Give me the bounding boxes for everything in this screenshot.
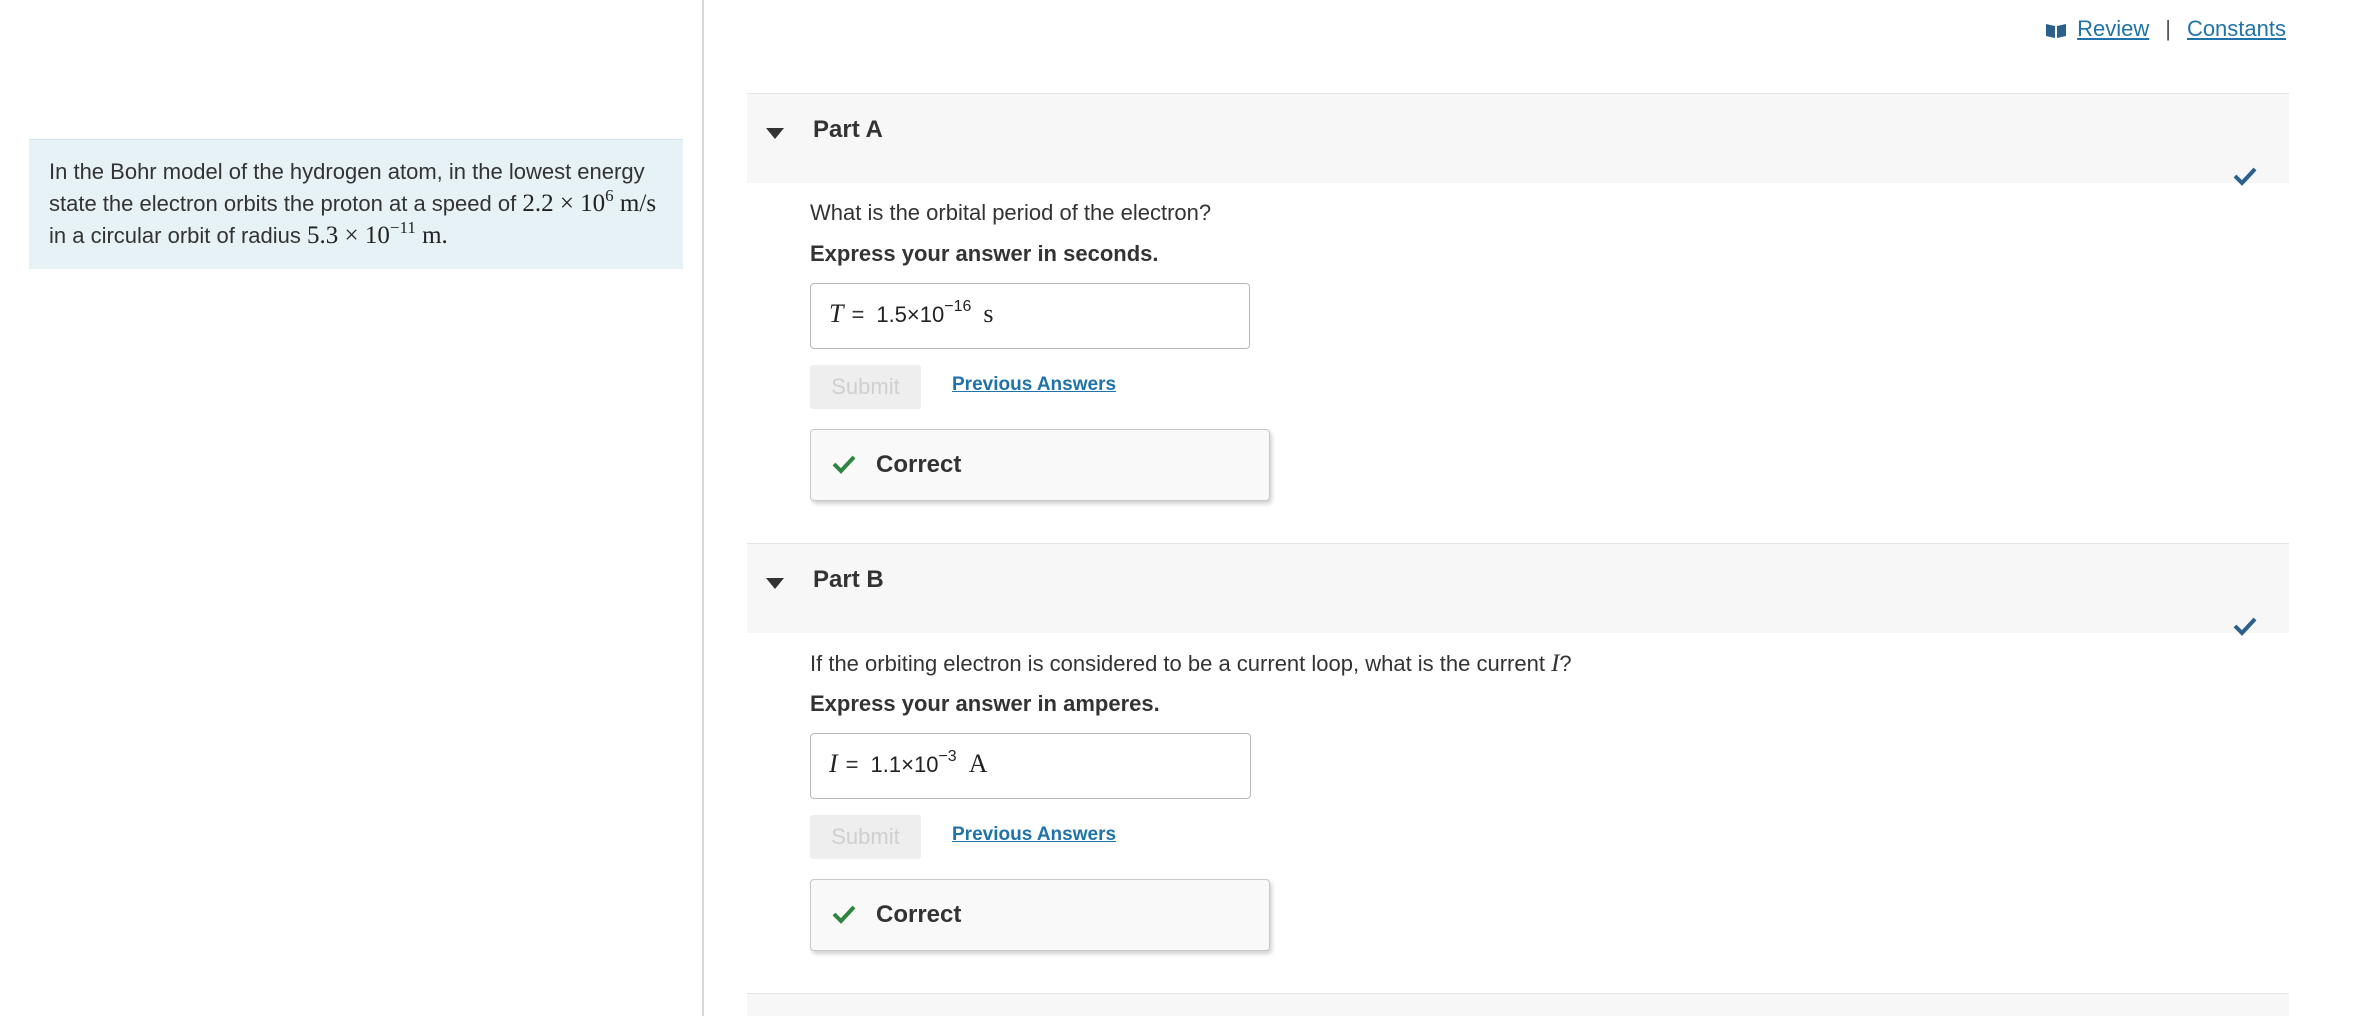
part-b-title: Part B [813, 566, 884, 593]
answer-exponent: −16 [944, 298, 972, 315]
part-b-header[interactable]: Part B [747, 543, 2289, 636]
part-a-question: What is the orbital period of the electr… [810, 200, 1212, 225]
intro-text-2: in a circular orbit of radius [49, 223, 307, 248]
answer-unit: A [968, 749, 988, 778]
part-a-instruction: Express your answer in seconds. [810, 241, 1159, 266]
next-part-header[interactable] [747, 993, 2289, 1016]
times-sign: × [344, 222, 359, 249]
answer-mantissa: 1.1×10 [870, 752, 939, 777]
equals-sign: = [845, 752, 859, 777]
part-b-submit-button[interactable]: Submit [810, 815, 921, 859]
answer-variable: I [829, 749, 838, 778]
radius-unit: m [422, 222, 442, 249]
answer-variable: T [829, 299, 844, 328]
part-b-answer-field[interactable]: I = 1.1×10−3 A [810, 733, 1251, 799]
problem-pane: In the Bohr model of the hydrogen atom, … [0, 0, 704, 1016]
answer-value: 1.1×10−3 [870, 749, 957, 778]
answer-value: 1.5×10−16 [876, 299, 971, 328]
speed-unit: m/s [619, 190, 657, 217]
review-link[interactable]: Review [2077, 16, 2149, 42]
period: . [441, 222, 448, 249]
question-text: If the orbiting electron is considered t… [810, 651, 1552, 676]
part-a-submit-button[interactable]: Submit [810, 365, 921, 409]
speed-base: 10 [580, 190, 606, 217]
part-a-feedback: Correct [810, 429, 1270, 501]
part-a-answer-field[interactable]: T = 1.5×10−16 s [810, 283, 1250, 349]
radius-value: 5.3 × 10−11 m. [307, 219, 448, 249]
speed-exponent: 6 [605, 186, 614, 205]
equals-sign: = [851, 302, 865, 327]
times-sign: × [559, 190, 574, 217]
question-mark: ? [1559, 651, 1572, 676]
part-a-previous-answers-link[interactable]: Previous Answers [952, 374, 1116, 396]
book-icon [2046, 23, 2067, 38]
correct-label: Correct [876, 451, 962, 478]
correct-check-icon [832, 905, 856, 924]
answer-exponent: −3 [938, 748, 957, 765]
link-separator: | [2165, 16, 2171, 41]
correct-label: Correct [876, 901, 962, 928]
collapse-caret-icon[interactable] [766, 578, 784, 589]
speed-mantissa: 2.2 [522, 190, 554, 217]
part-b-question: If the orbiting electron is considered t… [810, 650, 1572, 678]
radius-base: 10 [364, 222, 390, 249]
constants-link[interactable]: Constants [2187, 16, 2286, 42]
radius-mantissa: 5.3 [307, 222, 339, 249]
part-b-feedback: Correct [810, 879, 1270, 951]
answer-unit: s [983, 299, 994, 328]
correct-check-icon [832, 455, 856, 474]
collapse-caret-icon[interactable] [766, 128, 784, 139]
top-links: Review | Constants [2045, 16, 2286, 42]
part-a-header[interactable]: Part A [747, 93, 2289, 186]
completed-check-icon [2233, 167, 2257, 186]
answer-mantissa: 1.5×10 [876, 302, 945, 327]
speed-value: 2.2 × 106 m/s [522, 187, 657, 217]
part-a-title: Part A [813, 116, 883, 143]
completed-check-icon [2233, 617, 2257, 636]
radius-exponent: −11 [389, 218, 416, 237]
problem-statement: In the Bohr model of the hydrogen atom, … [29, 139, 683, 269]
part-b-instruction: Express your answer in amperes. [810, 691, 1160, 716]
part-b-previous-answers-link[interactable]: Previous Answers [952, 824, 1116, 846]
